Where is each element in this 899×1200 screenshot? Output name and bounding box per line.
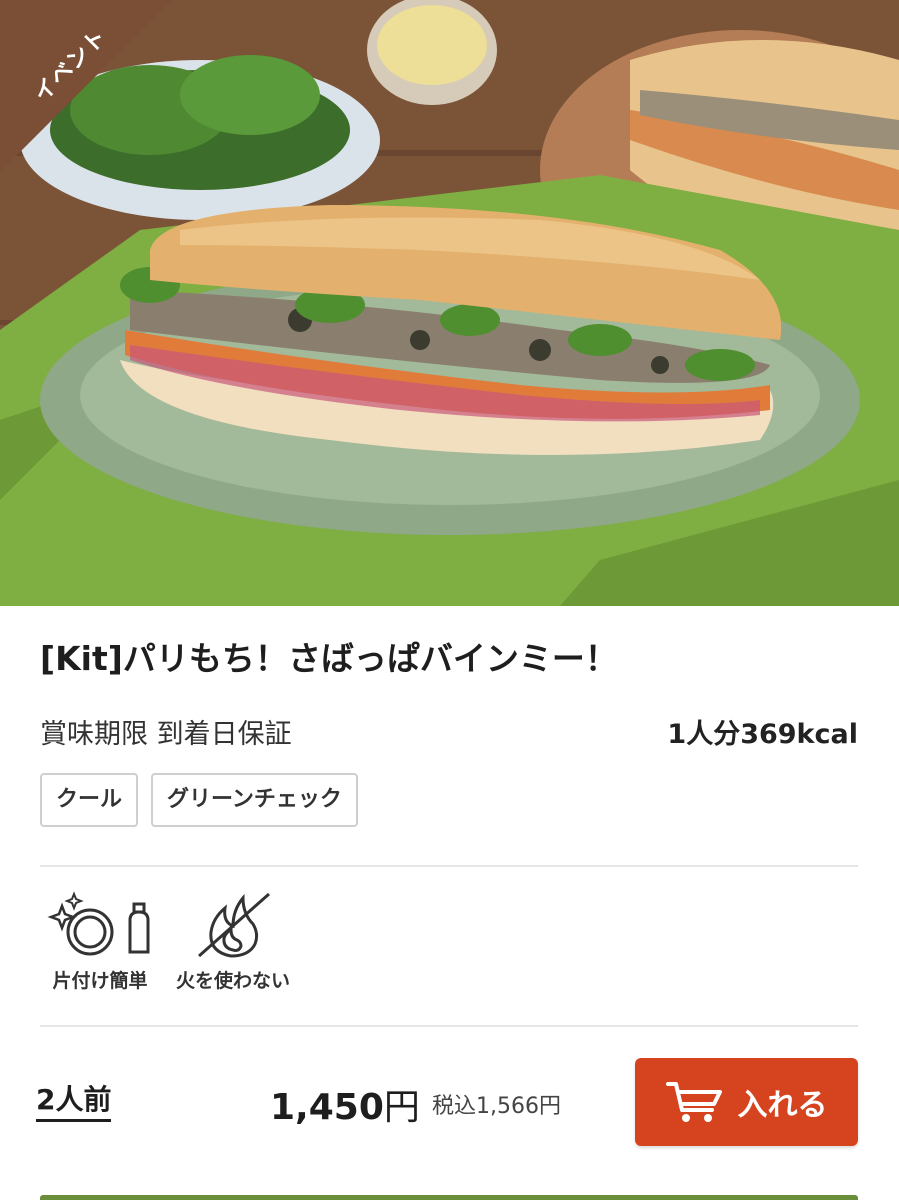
tag-green-check[interactable]: グリーンチェック bbox=[151, 773, 358, 827]
feature-easy-cleanup: 片付け簡単 bbox=[44, 890, 156, 993]
price-value: 1,450 bbox=[270, 1087, 384, 1128]
tag-cool[interactable]: クール bbox=[40, 773, 139, 827]
price: 1,450円 bbox=[270, 1078, 420, 1130]
product-tags: クール グリーンチェック bbox=[40, 773, 358, 827]
add-to-cart-button[interactable]: 入れる bbox=[635, 1058, 858, 1146]
expiry-text: 賞味期限 到着日保証 bbox=[40, 719, 292, 750]
feature-label: 火を使わない bbox=[176, 970, 291, 992]
add-to-cart-label: 入れる bbox=[737, 1088, 828, 1123]
price-unit: 円 bbox=[383, 1087, 420, 1128]
bottom-accent-bar bbox=[40, 1195, 858, 1200]
calorie-text: 1人分369kcal bbox=[667, 719, 858, 750]
feature-no-fire: 火を使わない bbox=[176, 890, 290, 993]
easy-cleanup-icon bbox=[47, 891, 150, 956]
cart-icon bbox=[665, 1082, 722, 1122]
divider bbox=[40, 1025, 858, 1027]
divider bbox=[40, 865, 858, 867]
servings-selector[interactable]: 2人前 bbox=[36, 1082, 112, 1122]
product-hero-image: イベント bbox=[0, 0, 899, 606]
product-title: [Kit]パリもち！さばっぱバインミー！ bbox=[40, 639, 618, 678]
tax-included-price: 税込1,566円 bbox=[432, 1094, 561, 1119]
no-fire-icon bbox=[198, 892, 270, 958]
feature-label: 片付け簡単 bbox=[52, 970, 148, 992]
